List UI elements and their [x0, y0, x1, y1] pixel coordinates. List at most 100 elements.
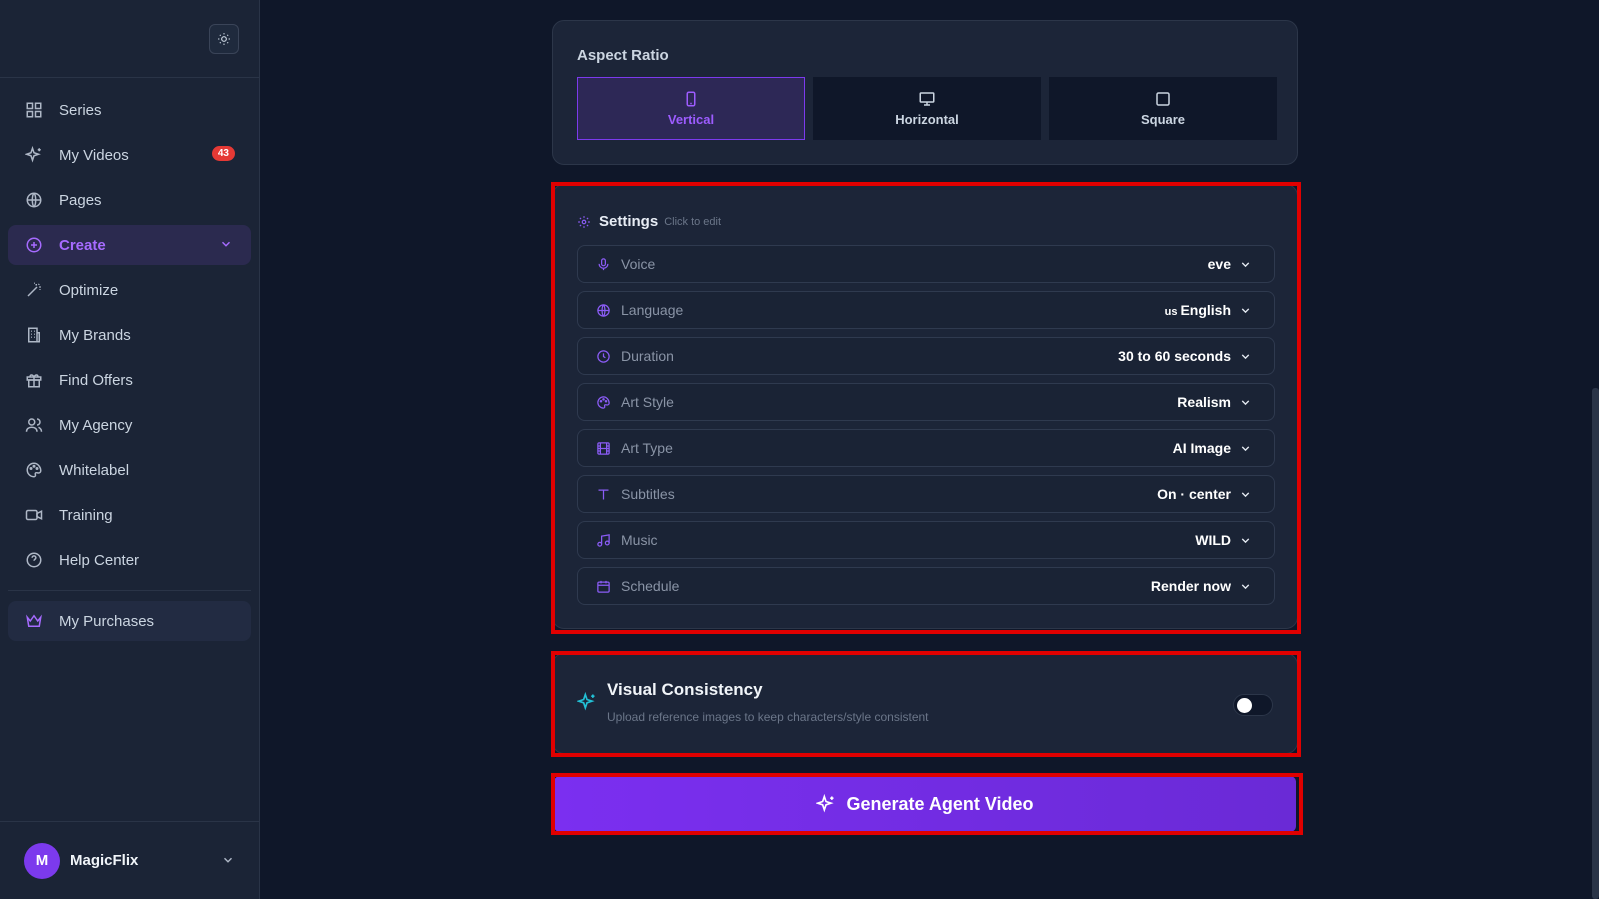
- setting-label: Voice: [621, 256, 656, 272]
- aspect-option-label: Horizontal: [895, 112, 959, 127]
- sidebar-item-whitelabel[interactable]: Whitelabel: [8, 450, 251, 490]
- chevron-down-icon: [221, 853, 235, 872]
- avatar: M: [24, 842, 60, 879]
- globe-icon: [24, 190, 44, 210]
- sidebar-item-my-agency[interactable]: My Agency: [8, 405, 251, 445]
- chevron-down-icon: [1239, 534, 1252, 547]
- film-icon: [594, 439, 612, 457]
- wand-icon: [24, 280, 44, 300]
- user-menu[interactable]: M MagicFlix: [0, 821, 259, 899]
- setting-row-music[interactable]: Music WILD: [577, 521, 1275, 559]
- sidebar-item-label: My Agency: [59, 416, 133, 434]
- calendar-icon: [594, 577, 612, 595]
- sparkles-icon: [816, 794, 835, 813]
- sidebar-item-label: Find Offers: [59, 371, 133, 389]
- sidebar-item-label: My Videos: [59, 146, 129, 164]
- aspect-option-label: Square: [1140, 112, 1186, 127]
- visual-consistency-subtitle: Upload reference images to keep characte…: [607, 710, 929, 724]
- chevron-down-icon: [1239, 350, 1252, 363]
- gift-icon: [24, 370, 44, 390]
- mic-icon: [594, 255, 612, 273]
- sidebar-item-label: Create: [59, 236, 106, 254]
- sidebar-item-create[interactable]: Create: [8, 225, 251, 265]
- setting-label: Art Style: [621, 394, 674, 410]
- chevron-down-icon: [1239, 442, 1252, 455]
- setting-label: Subtitles: [621, 486, 675, 502]
- chevron-down-icon: [1239, 258, 1252, 271]
- visual-consistency-card: Visual Consistency Upload reference imag…: [552, 653, 1298, 754]
- setting-label: Schedule: [621, 578, 680, 594]
- sidebar-item-label: Pages: [59, 191, 102, 209]
- users-icon: [24, 415, 44, 435]
- help-circle-icon: [24, 550, 44, 570]
- sidebar-item-label: My Purchases: [59, 612, 155, 630]
- aspect-option-square[interactable]: Square: [1049, 77, 1277, 140]
- palette-icon: [594, 393, 612, 411]
- flag-code: us: [1164, 306, 1178, 318]
- settings-card: Settings Click to edit Voice eve Languag…: [552, 184, 1298, 629]
- setting-row-duration[interactable]: Duration 30 to 60 seconds: [577, 337, 1275, 375]
- sidebar-item-series[interactable]: Series: [8, 90, 251, 130]
- language-name: English: [1180, 302, 1231, 318]
- aspect-option-vertical[interactable]: Vertical: [577, 77, 805, 140]
- sidebar-item-label: Training: [59, 506, 113, 524]
- setting-row-subtitles[interactable]: Subtitles On · center: [577, 475, 1275, 513]
- setting-value: Render now: [1150, 578, 1231, 594]
- setting-label: Art Type: [621, 440, 673, 456]
- setting-label: Music: [621, 532, 658, 548]
- settings-subtitle: Click to edit: [664, 215, 722, 228]
- setting-value: 30 to 60 seconds: [1118, 348, 1231, 364]
- crown-icon: [24, 611, 44, 631]
- setting-value: AI Image: [1172, 440, 1231, 456]
- generate-label: Generate Agent Video: [846, 793, 1034, 814]
- aspect-ratio-card: Aspect Ratio Vertical Horizontal Square: [552, 20, 1298, 165]
- plus-circle-icon: [24, 235, 44, 255]
- videos-count-badge: 43: [211, 146, 235, 161]
- setting-row-art-style[interactable]: Art Style Realism: [577, 383, 1275, 421]
- sidebar-item-help-center[interactable]: Help Center: [8, 540, 251, 580]
- sidebar-item-my-videos[interactable]: My Videos 43: [8, 135, 251, 175]
- setting-value: On · center: [1157, 486, 1231, 502]
- grid-icon: [24, 100, 44, 120]
- clock-icon: [594, 347, 612, 365]
- palette-icon: [24, 460, 44, 480]
- generate-agent-video-button[interactable]: Generate Agent Video: [554, 776, 1296, 832]
- setting-value: WILD: [1195, 532, 1231, 548]
- chevron-down-icon: [1239, 488, 1252, 501]
- visual-consistency-title: Visual Consistency: [607, 680, 763, 699]
- aspect-option-horizontal[interactable]: Horizontal: [813, 77, 1041, 140]
- sidebar-item-pages[interactable]: Pages: [8, 180, 251, 220]
- sidebar-item-label: Optimize: [59, 281, 119, 299]
- sidebar-item-my-purchases[interactable]: My Purchases: [8, 601, 251, 641]
- setting-value: eve: [1207, 256, 1231, 272]
- sidebar-nav: Series My Videos 43 Pages Create Optimiz…: [0, 78, 259, 641]
- video-icon: [24, 505, 44, 525]
- setting-row-language[interactable]: Language us English: [577, 291, 1275, 329]
- settings-header[interactable]: Settings Click to edit: [577, 213, 721, 230]
- scrollbar[interactable]: [1592, 388, 1599, 899]
- sidebar-item-my-brands[interactable]: My Brands: [8, 315, 251, 355]
- setting-value: Realism: [1177, 394, 1231, 410]
- toggle-knob: [1237, 698, 1252, 713]
- theme-toggle-button[interactable]: [209, 24, 239, 54]
- monitor-icon: [919, 92, 935, 106]
- chevron-down-icon: [1239, 580, 1252, 593]
- square-icon: [1156, 92, 1170, 106]
- visual-consistency-toggle[interactable]: [1233, 694, 1273, 716]
- setting-row-voice[interactable]: Voice eve: [577, 245, 1275, 283]
- sparkles-icon: [576, 691, 597, 717]
- sidebar-item-find-offers[interactable]: Find Offers: [8, 360, 251, 400]
- sidebar-header: [0, 0, 259, 78]
- phone-icon: [686, 91, 696, 107]
- setting-row-schedule[interactable]: Schedule Render now: [577, 567, 1275, 605]
- aspect-ratio-title: Aspect Ratio: [577, 47, 669, 64]
- sidebar-item-optimize[interactable]: Optimize: [8, 270, 251, 310]
- building-icon: [24, 325, 44, 345]
- sidebar-item-label: Series: [59, 101, 102, 119]
- setting-row-art-type[interactable]: Art Type AI Image: [577, 429, 1275, 467]
- chevron-down-icon: [1239, 304, 1252, 317]
- sidebar-item-training[interactable]: Training: [8, 495, 251, 535]
- setting-label: Language: [621, 302, 684, 318]
- chevron-down-icon: [219, 237, 233, 255]
- type-icon: [594, 485, 612, 503]
